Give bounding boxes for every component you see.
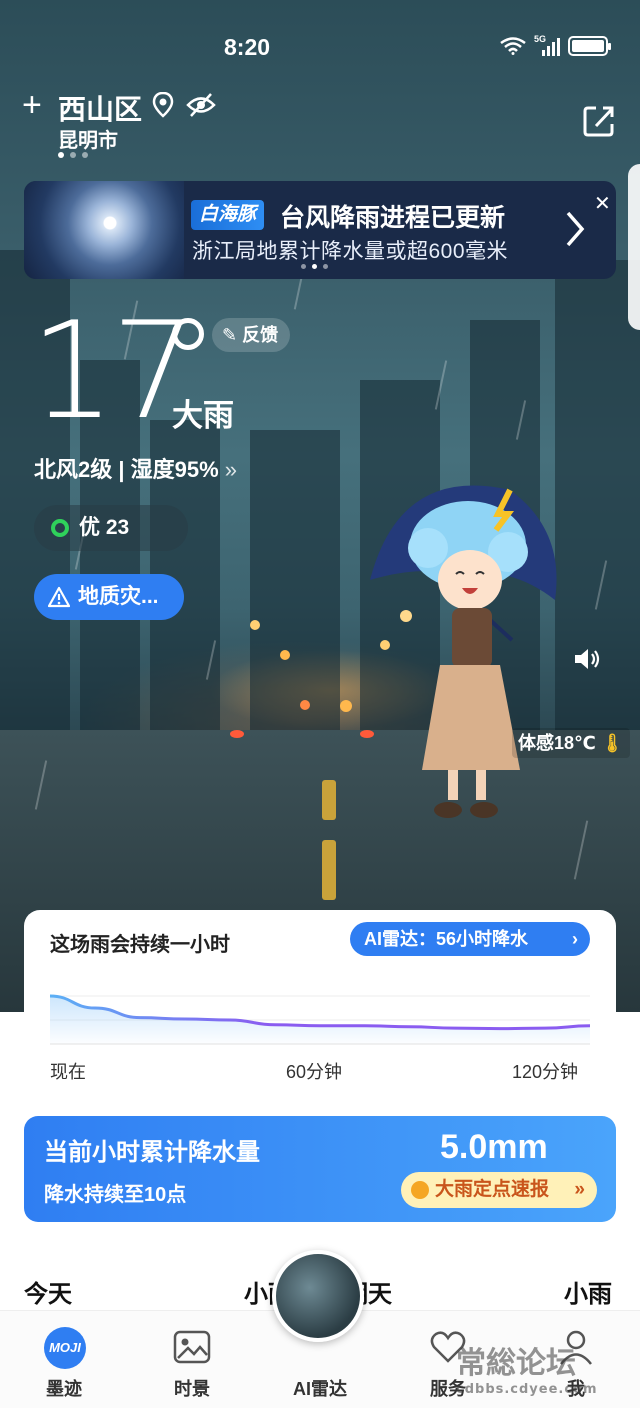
aqi-badge[interactable]: 优 23 <box>34 505 188 551</box>
status-bar: 8:20 5G <box>0 32 640 62</box>
nav-item-scenery[interactable]: 时景 <box>128 1311 256 1408</box>
double-chevron-icon: » <box>224 457 238 482</box>
chevron-right-icon <box>566 211 585 247</box>
share-icon[interactable] <box>582 104 616 138</box>
wind-humidity-text: 北风2级 | 湿度95% <box>34 457 219 482</box>
forum-watermark: 常総论坛 cdbbs.cdyee.com <box>456 1338 598 1397</box>
hourly-precipitation-card[interactable]: 当前小时累计降水量 降水持续至10点 5.0mm 大雨定点速报 » <box>24 1116 616 1222</box>
status-time: 8:20 <box>224 34 271 60</box>
pencil-icon: ✎ <box>222 325 238 345</box>
photo-icon <box>173 1330 211 1364</box>
forecast-tomorrow-condition: 小雨 <box>564 1281 612 1308</box>
double-chevron-icon: » <box>574 1179 585 1200</box>
nav-label-moji: 墨迹 <box>46 1379 82 1399</box>
feels-like-temp: 体感18℃ 🌡 <box>512 728 630 758</box>
weather-condition: 大雨 <box>172 398 234 433</box>
wifi-icon <box>500 37 526 55</box>
precip-amount: 5.0mm <box>440 1128 548 1166</box>
location-pin-icon <box>152 92 174 118</box>
cell-signal-icon: 5G <box>534 34 560 56</box>
chevron-right-icon: › <box>572 929 578 949</box>
city-page-indicator <box>58 152 88 158</box>
banner-brand: 白海豚 <box>191 200 265 230</box>
watermark-text: 常総论坛 <box>456 1346 576 1381</box>
banner-subtitle: 浙江局地累计降水量或超600毫米 <box>192 240 509 263</box>
aqi-ring-icon <box>51 519 69 537</box>
feedback-button[interactable]: ✎ 反馈 <box>212 318 291 352</box>
banner-page-indicator <box>301 264 328 269</box>
thermometer-icon: 🌡 <box>600 733 624 753</box>
feedback-label: 反馈 <box>242 325 279 345</box>
watermark-url: cdbbs.cdyee.com <box>456 1382 598 1397</box>
add-city-button[interactable]: + <box>22 88 42 122</box>
axis-label-120min: 120分钟 <box>512 1062 579 1082</box>
rain-duration-title: 这场雨会持续一小时 <box>50 934 230 956</box>
feels-like-label: 体感18℃ <box>518 733 596 753</box>
ai-radar-label: AI雷达：56小时降水 <box>364 929 529 949</box>
precipitation-chart <box>50 994 590 1045</box>
axis-label-now: 现在 <box>50 1062 86 1082</box>
weather-alert-button[interactable]: 地质灾... <box>34 574 184 620</box>
nav-label-ai-radar: AI雷达 <box>293 1379 347 1399</box>
nav-item-moji[interactable]: MOJI 墨迹 <box>0 1311 128 1408</box>
district-name[interactable]: 西山区 <box>58 88 142 128</box>
ai-radar-floating-button[interactable] <box>272 1250 364 1342</box>
heavy-rain-report-button[interactable]: 大雨定点速报 » <box>401 1172 597 1208</box>
minute-precipitation-card[interactable]: 这场雨会持续一小时 AI雷达：56小时降水 › 现在 60分钟 120分钟 <box>24 910 616 1100</box>
report-button-label: 大雨定点速报 <box>435 1179 550 1200</box>
crown-icon <box>411 1181 429 1199</box>
speaker-icon[interactable] <box>572 646 602 672</box>
moji-logo-icon: MOJI <box>44 1327 86 1369</box>
warning-icon <box>48 586 70 608</box>
axis-label-60min: 60分钟 <box>286 1062 343 1082</box>
hide-eye-icon[interactable] <box>186 92 216 118</box>
battery-icon <box>568 36 611 56</box>
degree-symbol <box>172 318 204 350</box>
typhoon-image <box>24 181 184 279</box>
nav-label-scenery: 时景 <box>174 1379 210 1399</box>
precip-duration: 降水持续至10点 <box>44 1184 187 1206</box>
current-temperature: 17 <box>30 293 197 449</box>
city-name: 昆明市 <box>58 130 118 152</box>
alert-label: 地质灾... <box>78 585 159 608</box>
wind-humidity-link[interactable]: 北风2级 | 湿度95% » <box>34 452 237 484</box>
forecast-today: 今天 <box>24 1281 72 1308</box>
aqi-value: 优 23 <box>79 516 130 539</box>
close-banner-button[interactable]: ✕ <box>594 191 611 216</box>
side-drawer-handle[interactable] <box>628 164 640 330</box>
weather-mascot[interactable] <box>360 470 560 840</box>
hourly-precip-title: 当前小时累计降水量 <box>44 1139 260 1166</box>
ai-radar-button[interactable]: AI雷达：56小时降水 › <box>350 922 590 956</box>
banner-title: 台风降雨进程已更新 <box>280 204 506 232</box>
